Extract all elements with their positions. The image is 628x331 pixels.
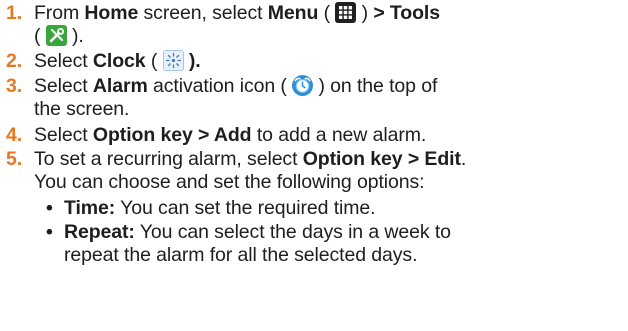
step-text: ) on the top of	[313, 75, 438, 97]
bullet-text: You can select the days in a week to	[134, 221, 451, 243]
step-text: activation icon (	[147, 75, 293, 97]
bullet-text: You can set the required time.	[115, 197, 376, 219]
step-number: 3.	[6, 75, 23, 97]
step-continuation: the screen.	[34, 98, 130, 120]
step-number: 1.	[6, 2, 23, 24]
menu-term: Menu	[267, 2, 319, 24]
step-5: 5. To set a recurring alarm, select Optio…	[6, 148, 624, 194]
option-key-edit-term: Option key > Edit	[302, 148, 461, 170]
tools-icon	[45, 25, 67, 46]
paren: (	[34, 25, 46, 47]
option-bullet-repeat: • Repeat: You can select the days in a we…	[46, 221, 624, 267]
paren: ).	[183, 50, 201, 72]
step-text: Select	[34, 75, 93, 97]
step-2: 2. Select Clock ( ).	[6, 50, 624, 73]
tools-term: > Tools	[373, 2, 440, 24]
step-number: 4.	[6, 124, 23, 146]
step-4: 4. Select Option key > Add to add a new a…	[6, 124, 624, 147]
option-bullet-time: • Time: You can set the required time.	[46, 197, 624, 220]
alarm-term: Alarm	[92, 75, 148, 97]
alarm-clock-icon	[292, 75, 314, 96]
step-number: 5.	[6, 148, 23, 170]
paren: (	[145, 50, 163, 72]
clock-icon	[162, 50, 184, 71]
paren: (	[318, 2, 336, 24]
step-text: to add a new alarm.	[251, 124, 427, 146]
bullet-dot: •	[46, 221, 53, 243]
step-continuation: ( ).	[6, 25, 624, 48]
step-text: From	[34, 2, 85, 24]
paren: ).	[66, 25, 84, 47]
bullet-label: Repeat:	[64, 221, 135, 243]
step-text: screen, select	[138, 2, 268, 24]
bullet-label: Time:	[64, 197, 116, 219]
bullet-dot: •	[46, 197, 53, 219]
step-text: To set a recurring alarm, select	[34, 148, 303, 170]
step-number: 2.	[6, 50, 23, 72]
step-text: Select	[34, 50, 93, 72]
option-key-add-term: Option key > Add	[92, 124, 252, 146]
step-text: .	[460, 148, 467, 170]
step-3: 3. Select Alarm activation icon ( ) on th…	[6, 75, 624, 121]
bullet-continuation: repeat the alarm for all the selected da…	[64, 244, 418, 266]
step-text: Select	[34, 124, 93, 146]
instruction-document: 1. From Home screen, select Menu ( ) > To…	[0, 0, 628, 331]
home-term: Home	[84, 2, 139, 24]
step-continuation: You can choose and set the following opt…	[34, 171, 425, 193]
menu-grid-icon	[335, 2, 357, 23]
paren: )	[356, 2, 374, 24]
step-1: 1. From Home screen, select Menu ( ) > To…	[6, 2, 624, 48]
clock-term: Clock	[92, 50, 146, 72]
